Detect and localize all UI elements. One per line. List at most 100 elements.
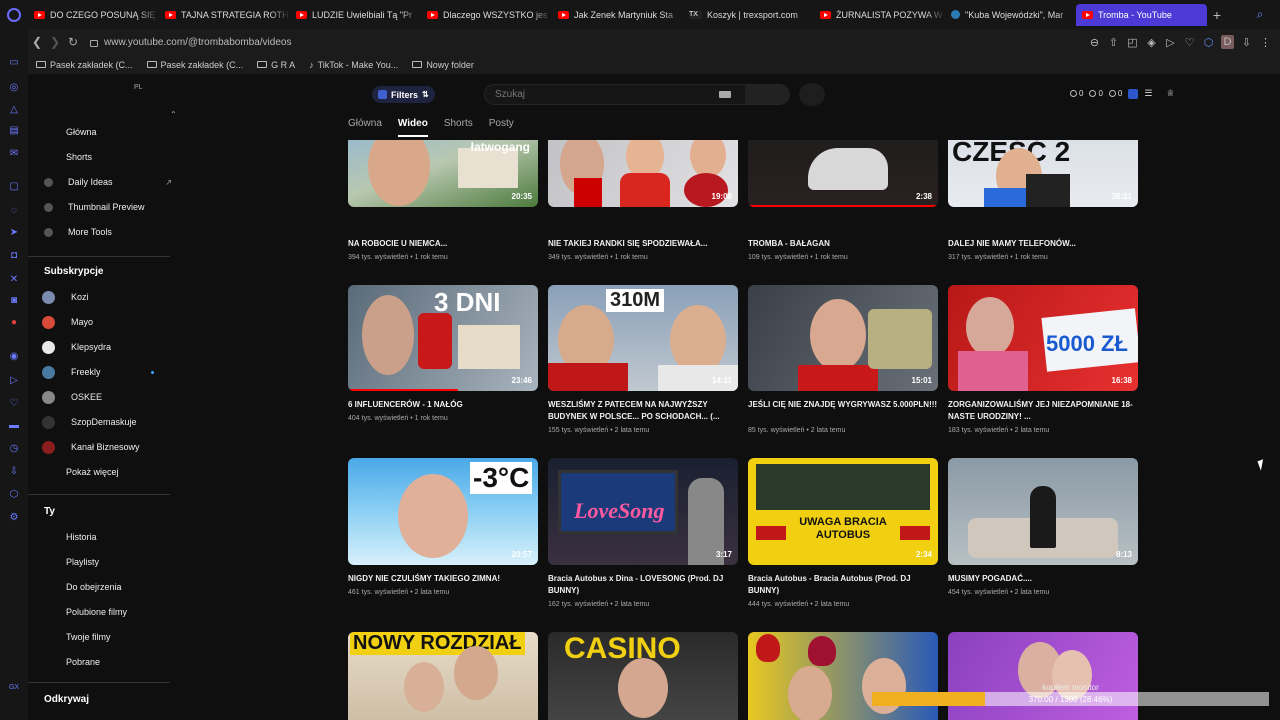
video-thumbnail[interactable]: 5000 ZŁ 16:38 — [948, 285, 1138, 391]
tab-search-icon[interactable]: ⌕ — [1240, 7, 1280, 22]
video-thumbnail[interactable]: 3 DNI 23:46 — [348, 285, 538, 391]
heart-icon[interactable]: ♡ — [8, 398, 20, 410]
video-thumbnail[interactable]: LoveSong 3:17 — [548, 458, 738, 565]
sidebar-channel[interactable]: Mayo — [42, 312, 172, 332]
bookmark-folder[interactable]: G R A — [257, 60, 295, 70]
opera-logo-icon[interactable] — [0, 0, 28, 29]
tab-shorts[interactable]: Shorts — [444, 118, 473, 137]
gx-icon[interactable]: GX — [8, 682, 20, 694]
sidebar-channel[interactable]: Kanał Biznesowy — [42, 437, 172, 457]
microphone-button[interactable] — [799, 83, 825, 106]
telegram-icon[interactable]: ➤ — [8, 227, 20, 239]
video-title[interactable]: NIE TAKIEJ RANDKI SIĘ SPODZIEWAŁA... — [548, 238, 738, 250]
x-icon[interactable]: ✕ — [8, 274, 20, 286]
video-thumbnail[interactable]: NOWY ROZDZIAŁ — [348, 632, 538, 720]
sidebar-item-shorts[interactable]: Shorts — [42, 147, 172, 167]
forward-icon[interactable]: ❯ — [46, 35, 64, 49]
video-thumbnail[interactable]: CZĘŚĆ 2 36:21 — [948, 140, 1138, 207]
video-thumbnail[interactable]: UWAGA BRACIA AUTOBUS 2:34 — [748, 458, 938, 565]
reload-icon[interactable]: ↻ — [64, 35, 82, 49]
tab-videos[interactable]: Wideo — [397, 118, 428, 137]
twitch-icon[interactable]: ▢ — [8, 181, 20, 193]
tab-active[interactable]: Tromba - YouTube — [1076, 3, 1207, 26]
instagram-icon[interactable]: ◘ — [8, 250, 20, 262]
sidebar-item-downloads[interactable]: Pobrane — [42, 652, 172, 672]
video-thumbnail[interactable]: 2:38 — [748, 140, 938, 207]
video-thumbnail[interactable]: 310M 14:11 — [548, 285, 738, 391]
settings-icon[interactable]: ⚙ — [8, 512, 20, 524]
sidebar-channel[interactable]: Kozi — [42, 287, 172, 307]
profile-avatar[interactable]: D — [1221, 35, 1234, 49]
sidebar-item-history[interactable]: Historia — [42, 527, 172, 547]
sidebar-item-home[interactable]: Główna — [42, 122, 172, 142]
play-icon[interactable]: ▷ — [1164, 36, 1177, 49]
bookmark-folder[interactable]: Pasek zakładek (C... — [146, 60, 243, 70]
download-icon[interactable]: ⇩ — [1240, 36, 1253, 49]
tab[interactable]: Dlaczego WSZYSTKO jes — [421, 3, 552, 26]
zoom-icon[interactable]: ⊖ — [1088, 36, 1101, 49]
video-thumbnail[interactable]: 8:13 — [948, 458, 1138, 565]
discord-icon[interactable]: ◙ — [8, 295, 20, 307]
sidebar-channel[interactable]: Klepsydra — [42, 337, 172, 357]
wallet-icon[interactable]: ▬ — [8, 420, 20, 432]
vpn-icon[interactable]: ◈ — [1145, 36, 1158, 49]
new-tab-button[interactable]: + — [1207, 7, 1227, 23]
video-title[interactable]: Bracia Autobus - Bracia Autobus (Prod. D… — [748, 573, 938, 597]
trophy-icon[interactable]: ♕ — [1166, 88, 1174, 99]
tab[interactable]: TAJNA STRATEGIA ROTH — [159, 3, 290, 26]
video-title[interactable]: WESZLIŚMY Z PATECEM NA NAJWYŻSZY BUDYNEK… — [548, 399, 738, 423]
video-title[interactable]: 6 INFLUENCERÓW - 1 NAŁÓG — [348, 399, 538, 411]
pin-icon[interactable]: ⇧ — [1107, 36, 1120, 49]
history-icon[interactable]: ◷ — [8, 443, 20, 455]
sidebar-item-watch-later[interactable]: Do obejrzenia — [42, 577, 172, 597]
video-title[interactable]: NIGDY NIE CZULIŚMY TAKIEGO ZIMNA! — [348, 573, 538, 585]
tab[interactable]: Jak Zenek Martyniuk Sta — [552, 3, 683, 26]
sidebar-item-thumbnail-preview[interactable]: Thumbnail Preview — [42, 197, 172, 217]
show-more-button[interactable]: Pokaż więcej — [42, 462, 172, 482]
video-thumbnail[interactable]: CASINO — [548, 632, 738, 720]
flow-icon[interactable]: ▷ — [8, 375, 20, 387]
downloads-icon[interactable]: ⇩ — [8, 466, 20, 478]
bookmark-tiktok[interactable]: ♪ TikTok - Make You... — [309, 60, 398, 70]
pinboard-icon[interactable]: ▤ — [8, 125, 20, 137]
video-title[interactable]: DALEJ NIE MAMY TELEFONÓW... — [948, 238, 1138, 250]
heart-icon[interactable]: ♡ — [1183, 36, 1196, 49]
sidebar-channel[interactable]: OSKEE — [42, 387, 172, 407]
chevron-up-icon[interactable]: ⌃ — [170, 110, 177, 119]
extensions-icon[interactable]: ⬡ — [8, 489, 20, 501]
aria-icon[interactable]: ▭ — [8, 57, 20, 69]
tab[interactable]: "Kuba Wojewódzki", Mar — [945, 3, 1076, 26]
video-thumbnail[interactable]: 19:08 — [548, 140, 738, 207]
bookmark-folder[interactable]: Nowy folder — [412, 60, 474, 70]
list-icon[interactable]: ☰ — [1144, 88, 1152, 99]
extension-icon[interactable] — [1128, 88, 1139, 99]
bookmark-folder[interactable]: Pasek zakładek (C... — [36, 60, 133, 70]
tab[interactable]: TX Koszyk | trexsport.com — [683, 3, 814, 26]
sidebar-item-liked[interactable]: Polubione filmy — [42, 602, 172, 622]
speed-dial-icon[interactable]: ◎ — [8, 82, 20, 94]
sidebar-channel[interactable]: Freekly — [42, 362, 172, 382]
menu-icon[interactable]: ⋮ — [1259, 36, 1272, 49]
url-field[interactable]: www.youtube.com/@trombabomba/videos — [90, 37, 291, 48]
video-title[interactable]: MUSIMY POGADAĆ.... — [948, 573, 1138, 585]
sidebar-item-your-videos[interactable]: Twoje filmy — [42, 627, 172, 647]
video-title[interactable]: Bracia Autobus x Dina - LOVESONG (Prod. … — [548, 573, 738, 597]
snapshot-icon[interactable]: ◰ — [1126, 36, 1139, 49]
extensions-icon[interactable]: ⬡ — [1202, 36, 1215, 49]
video-thumbnail[interactable] — [948, 632, 1138, 720]
video-title[interactable]: NA ROBOCIE U NIEMCA... — [348, 238, 538, 250]
video-title[interactable]: JEŚLI CIĘ NIE ZNAJDĘ WYGRYWASZ 5.000PLN!… — [748, 399, 938, 411]
search-button[interactable] — [745, 85, 789, 104]
tab-home[interactable]: Główna — [348, 118, 382, 137]
subscriptions-heading[interactable]: Subskrypcje — [44, 266, 103, 277]
sidebar-item-daily-ideas[interactable]: Daily Ideas ↗ — [42, 172, 172, 192]
sidebar-channel[interactable]: SzopDemaskuje — [42, 412, 172, 432]
video-title[interactable]: TROMBA - BAŁAGAN — [748, 238, 938, 250]
tab[interactable]: ŻURNALISTA POZYWA W — [814, 3, 945, 26]
video-thumbnail[interactable]: łatwogang 20:35 — [348, 140, 538, 207]
video-thumbnail[interactable]: 15:01 — [748, 285, 938, 391]
messenger-icon[interactable]: ◌ — [8, 205, 20, 217]
back-icon[interactable]: ❮ — [28, 35, 46, 49]
extension-icon[interactable]: ● — [8, 317, 20, 329]
mail-icon[interactable]: ✉ — [8, 148, 20, 160]
